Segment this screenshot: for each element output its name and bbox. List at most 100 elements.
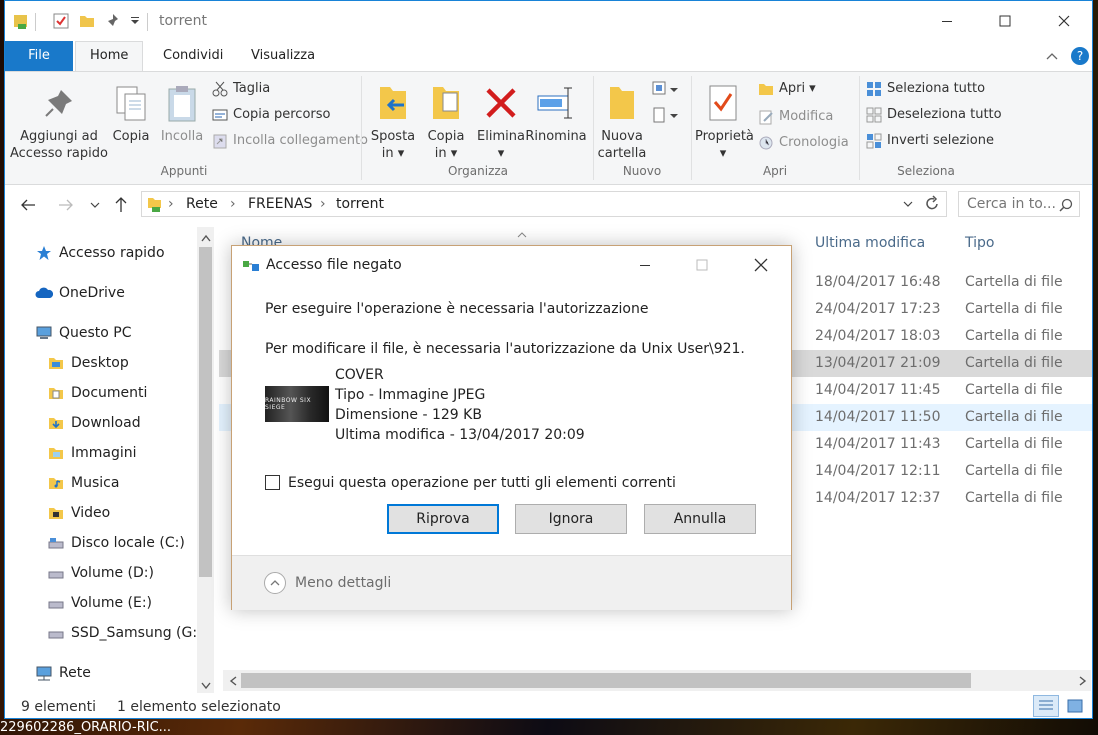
- nav-item-videos[interactable]: Video: [47, 499, 110, 527]
- scroll-left-icon[interactable]: [229, 675, 237, 690]
- maximize-button[interactable]: [976, 1, 1034, 41]
- delete-label: Elimina: [477, 129, 525, 144]
- history-label: Cronologia: [779, 135, 849, 150]
- less-details-link[interactable]: Meno dettagli: [295, 575, 391, 591]
- move-to-button[interactable]: Sposta in ▾: [367, 78, 419, 162]
- copy-label: Copia: [112, 129, 150, 144]
- nav-item-drive-e[interactable]: Volume (E:): [47, 589, 152, 617]
- rename-label: Rinomina: [525, 129, 587, 144]
- dialog-minimize-button[interactable]: [617, 246, 673, 284]
- chevron-down-icon[interactable]: [902, 198, 914, 214]
- horizontal-scrollbar[interactable]: [223, 670, 1091, 691]
- column-modified[interactable]: Ultima modifica: [815, 235, 925, 251]
- scissors-icon: [211, 80, 229, 98]
- new-folder-button[interactable]: Nuova cartella: [597, 78, 647, 162]
- pin-icon: [9, 78, 109, 128]
- tab-share[interactable]: Condividi: [149, 41, 237, 71]
- back-arrow-icon[interactable]: [19, 197, 37, 217]
- cancel-button[interactable]: Annulla: [644, 504, 756, 534]
- paste-shortcut-button[interactable]: Incolla collegamento: [211, 130, 368, 152]
- scroll-thumb[interactable]: [241, 673, 971, 688]
- address-bar[interactable]: › Rete › FREENAS › torrent: [141, 191, 947, 217]
- forward-arrow-icon[interactable]: [57, 197, 75, 217]
- up-arrow-icon[interactable]: [113, 195, 129, 217]
- breadcrumb-network[interactable]: Rete: [186, 196, 218, 212]
- navigation-scrollbar[interactable]: [197, 227, 214, 693]
- customize-toolbar-icon[interactable]: [125, 11, 145, 31]
- nav-item-drive-d[interactable]: Volume (D:): [47, 559, 154, 587]
- desktop-icon: [47, 354, 65, 372]
- new-folder-icon[interactable]: [77, 11, 97, 31]
- scroll-up-icon[interactable]: [201, 231, 211, 246]
- dialog-maximize-button[interactable]: [674, 246, 730, 284]
- retry-button[interactable]: Riprova: [387, 504, 499, 534]
- paste-shortcut-label: Incolla collegamento: [233, 133, 368, 148]
- group-label-select: Seleziona: [897, 164, 955, 178]
- select-none-button[interactable]: Deseleziona tutto: [865, 104, 1002, 126]
- help-icon[interactable]: ?: [1071, 47, 1089, 65]
- dialog-title-bar: Accesso file negato: [232, 246, 791, 284]
- scroll-thumb[interactable]: [199, 247, 212, 577]
- refresh-icon[interactable]: [923, 195, 941, 217]
- chevron-up-icon[interactable]: [264, 572, 286, 594]
- breadcrumb-torrent[interactable]: torrent: [336, 196, 384, 212]
- select-none-label: Deseleziona tutto: [887, 107, 1002, 122]
- nav-item-onedrive[interactable]: OneDrive: [35, 279, 125, 307]
- edit-button[interactable]: Modifica: [757, 106, 833, 128]
- history-icon: [757, 134, 775, 152]
- copy-to-button[interactable]: Copia in ▾: [421, 78, 471, 162]
- dialog-close-button[interactable]: [733, 246, 789, 284]
- nav-item-this-pc[interactable]: Questo PC: [35, 319, 132, 347]
- new-folder-icon: [597, 78, 647, 128]
- title-bar: torrent: [5, 1, 1092, 41]
- dialog-detail: Per modificare il file, è necessaria l'a…: [265, 341, 745, 357]
- file-type: Tipo - Immagine JPEG: [335, 387, 486, 403]
- pin-quick-access-button[interactable]: Aggiungi ad Accesso rapido: [9, 78, 109, 162]
- rename-button[interactable]: Rinomina: [525, 78, 587, 145]
- nav-item-pictures[interactable]: Immagini: [47, 439, 137, 467]
- nav-item-documents[interactable]: Documenti: [47, 379, 147, 407]
- chevron-up-icon[interactable]: [1045, 49, 1059, 67]
- pin-icon[interactable]: [103, 11, 123, 31]
- delete-button[interactable]: Elimina ▾: [477, 78, 525, 162]
- tab-home[interactable]: Home: [75, 41, 144, 71]
- nav-item-drive-c[interactable]: Disco locale (C:): [47, 529, 185, 557]
- nav-item-quick-access[interactable]: Accesso rapido: [35, 239, 165, 267]
- invert-selection-button[interactable]: Inverti selezione: [865, 130, 994, 152]
- tab-view[interactable]: Visualizza: [237, 41, 329, 71]
- copy-path-button[interactable]: Copia percorso: [211, 104, 330, 126]
- move-label-1: Sposta: [370, 129, 416, 144]
- open-button[interactable]: Apri ▾: [757, 78, 816, 100]
- close-button[interactable]: [1035, 1, 1092, 41]
- recent-locations-icon[interactable]: [89, 199, 101, 215]
- cut-button[interactable]: Taglia: [211, 78, 270, 100]
- properties-button[interactable]: Proprietà ▾: [695, 78, 754, 162]
- scroll-right-icon[interactable]: [1079, 675, 1087, 690]
- select-all-button[interactable]: Seleziona tutto: [865, 78, 985, 100]
- ribbon-tabs: File Home Condividi Visualizza ?: [5, 41, 1092, 71]
- nav-item-downloads[interactable]: Download: [47, 409, 141, 437]
- new-item-icon[interactable]: [651, 80, 681, 102]
- nav-item-music[interactable]: Musica: [47, 469, 119, 497]
- edit-label: Modifica: [779, 109, 834, 124]
- copy-to-label-1: Copia: [427, 129, 465, 144]
- minimize-button[interactable]: [918, 1, 976, 41]
- properties-icon[interactable]: [51, 11, 71, 31]
- nav-item-network[interactable]: Rete: [35, 659, 91, 687]
- column-type[interactable]: Tipo: [965, 235, 994, 251]
- scroll-down-icon[interactable]: [201, 679, 211, 694]
- search-input[interactable]: Cerca in to...: [958, 191, 1080, 217]
- nav-item-desktop[interactable]: Desktop: [47, 349, 129, 377]
- details-view-icon[interactable]: [1033, 695, 1059, 717]
- copy-button[interactable]: Copia: [109, 78, 153, 145]
- history-button[interactable]: Cronologia: [757, 132, 849, 154]
- ignore-button[interactable]: Ignora: [515, 504, 627, 534]
- breadcrumb-freenas[interactable]: FREENAS: [248, 196, 312, 212]
- nav-item-drive-g[interactable]: SSD_Samsung (G:): [47, 619, 203, 647]
- large-icons-view-icon[interactable]: [1063, 695, 1087, 717]
- tab-file[interactable]: File: [5, 41, 73, 71]
- paste-button[interactable]: Incolla: [157, 78, 207, 145]
- apply-all-checkbox[interactable]: [265, 475, 280, 490]
- copy-icon: [109, 78, 153, 128]
- easy-access-icon[interactable]: [651, 106, 681, 128]
